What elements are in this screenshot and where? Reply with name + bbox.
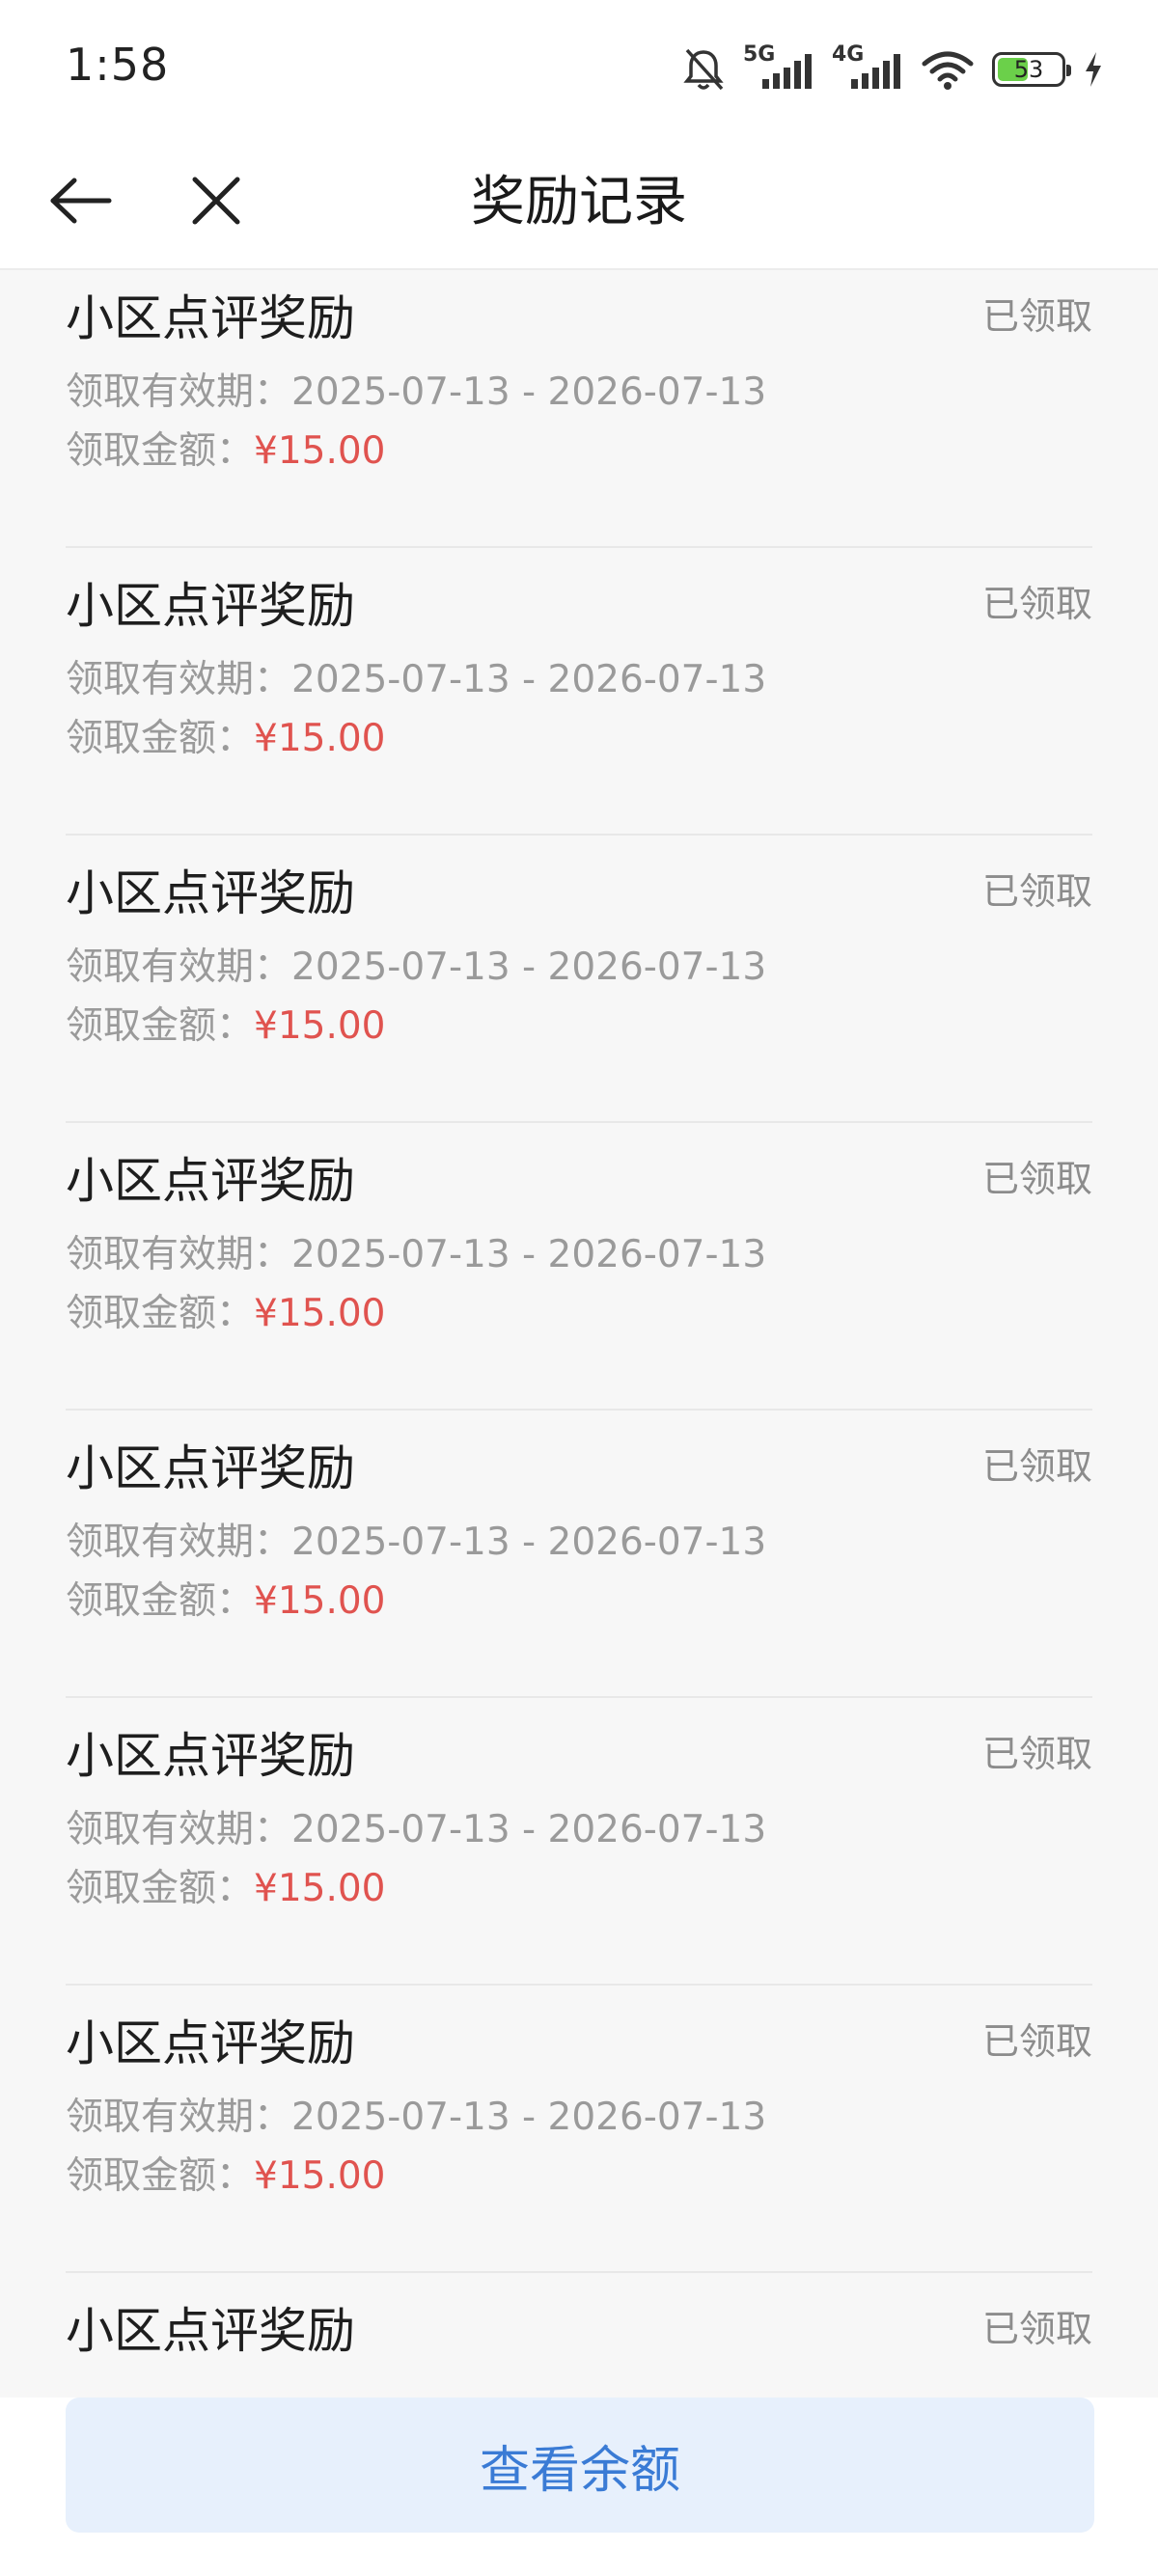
reward-amount: 领取金额：¥15.00 — [66, 710, 385, 768]
reward-validity: 领取有效期：2025-07-13 - 2026-07-13 — [66, 1514, 766, 1572]
signal-5g-icon: 5G — [743, 42, 814, 93]
reward-item[interactable]: 小区点评奖励 已领取 领取有效期：2025-07-13 - 2026-07-13… — [66, 270, 1092, 548]
validity-label: 领取有效期： — [66, 658, 292, 701]
amount-value: ¥15.00 — [254, 1579, 386, 1623]
reward-amount: 领取金额：¥15.00 — [66, 423, 385, 480]
battery-level: 53 — [1013, 56, 1044, 83]
reward-status: 已领取 — [981, 1733, 1092, 1775]
status-bar: 1:58 5G 4G 53 — [0, 0, 1158, 135]
mute-bell-icon — [681, 46, 726, 93]
validity-label: 领取有效期： — [66, 370, 292, 414]
validity-value: 2025-07-13 - 2026-07-13 — [291, 658, 767, 701]
validity-value: 2025-07-13 - 2026-07-13 — [291, 945, 767, 989]
validity-value: 2025-07-13 - 2026-07-13 — [291, 1808, 767, 1851]
validity-value: 2025-07-13 - 2026-07-13 — [291, 2096, 767, 2139]
reward-item[interactable]: 小区点评奖励 已领取 领取有效期：2025-07-13 - 2026-07-13… — [66, 1411, 1092, 1698]
reward-item[interactable]: 小区点评奖励 已领取 领取有效期：2025-07-13 - 2026-07-13… — [66, 1123, 1092, 1411]
reward-validity: 领取有效期：2025-07-13 - 2026-07-13 — [66, 2089, 766, 2147]
reward-title: 小区点评奖励 — [66, 865, 355, 921]
status-time: 1:58 — [66, 39, 170, 91]
reward-status: 已领取 — [981, 583, 1092, 625]
reward-title: 小区点评奖励 — [66, 578, 355, 634]
page-title: 奖励记录 — [471, 171, 687, 233]
reward-list[interactable]: 小区点评奖励 已领取 领取有效期：2025-07-13 - 2026-07-13… — [0, 270, 1158, 2398]
back-arrow-icon — [47, 177, 115, 229]
charging-icon — [1083, 50, 1104, 89]
amount-label: 领取金额： — [66, 2154, 255, 2198]
reward-amount: 领取金额：¥15.00 — [66, 1573, 385, 1631]
reward-title: 小区点评奖励 — [66, 1153, 355, 1209]
amount-value: ¥15.00 — [254, 429, 386, 473]
close-button[interactable] — [178, 164, 255, 241]
validity-value: 2025-07-13 - 2026-07-13 — [291, 1521, 767, 1564]
view-balance-button[interactable]: 查看余额 — [66, 2398, 1094, 2533]
reward-amount: 领取金额：¥15.00 — [66, 1285, 385, 1343]
reward-status: 已领取 — [981, 870, 1092, 913]
reward-item[interactable]: 小区点评奖励 已领取 领取有效期：2025-07-13 - 2026-07-13… — [66, 1698, 1092, 1986]
amount-value: ¥15.00 — [254, 717, 386, 760]
reward-list-inner: 小区点评奖励 已领取 领取有效期：2025-07-13 - 2026-07-13… — [0, 270, 1158, 2398]
close-icon — [189, 174, 243, 232]
reward-validity: 领取有效期：2025-07-13 - 2026-07-13 — [66, 651, 766, 709]
reward-status: 已领取 — [981, 295, 1092, 338]
back-button[interactable] — [42, 164, 120, 241]
reward-status: 已领取 — [981, 1158, 1092, 1200]
reward-validity: 领取有效期：2025-07-13 - 2026-07-13 — [66, 364, 766, 422]
reward-amount: 领取金额：¥15.00 — [66, 998, 385, 1055]
validity-label: 领取有效期： — [66, 945, 292, 989]
reward-amount: 领取金额：¥15.00 — [66, 1860, 385, 1918]
reward-title: 小区点评奖励 — [66, 2015, 355, 2071]
reward-status: 已领取 — [981, 2020, 1092, 2063]
amount-value: ¥15.00 — [254, 1004, 386, 1048]
reward-title: 小区点评奖励 — [66, 290, 355, 346]
validity-label: 领取有效期： — [66, 1808, 292, 1851]
reward-item[interactable]: 小区点评奖励 已领取 领取有效期：2025-07-13 - 2026-07-13… — [66, 548, 1092, 836]
validity-label: 领取有效期： — [66, 1233, 292, 1276]
reward-validity: 领取有效期：2025-07-13 - 2026-07-13 — [66, 1801, 766, 1859]
amount-label: 领取金额： — [66, 429, 255, 473]
signal-4g-icon: 4G — [832, 42, 903, 93]
amount-value: ¥15.00 — [254, 1292, 386, 1335]
reward-item[interactable]: 小区点评奖励 已领取 领取有效期：2025-07-13 - 2026-07-13… — [66, 836, 1092, 1123]
battery-icon: 53 — [992, 52, 1071, 87]
reward-title: 小区点评奖励 — [66, 2303, 355, 2359]
amount-label: 领取金额： — [66, 1579, 255, 1623]
amount-value: ¥15.00 — [254, 2154, 386, 2198]
amount-value: ¥15.00 — [254, 1867, 386, 1910]
amount-label: 领取金额： — [66, 1004, 255, 1048]
reward-status: 已领取 — [981, 1445, 1092, 1488]
wifi-icon — [921, 48, 975, 91]
reward-title: 小区点评奖励 — [66, 1728, 355, 1784]
reward-item[interactable]: 小区点评奖励 已领取 领取有效期：2025-07-13 - 2026-07-13… — [66, 1986, 1092, 2273]
reward-validity: 领取有效期：2025-07-13 - 2026-07-13 — [66, 1226, 766, 1284]
bottom-bar: 查看余额 — [0, 2398, 1158, 2576]
reward-amount: 领取金额：¥15.00 — [66, 2148, 385, 2206]
amount-label: 领取金额： — [66, 1867, 255, 1910]
amount-label: 领取金额： — [66, 717, 255, 760]
validity-label: 领取有效期： — [66, 1521, 292, 1564]
reward-title: 小区点评奖励 — [66, 1440, 355, 1496]
validity-label: 领取有效期： — [66, 2096, 292, 2139]
reward-status: 已领取 — [981, 2308, 1092, 2350]
screen: 1:58 5G 4G 53 奖励记录 小区点评奖励 已领取 领取有效期：2025… — [0, 0, 1158, 2576]
amount-label: 领取金额： — [66, 1292, 255, 1335]
reward-item[interactable]: 小区点评奖励 已领取 — [66, 2273, 1092, 2398]
reward-validity: 领取有效期：2025-07-13 - 2026-07-13 — [66, 939, 766, 997]
status-icons: 5G 4G 53 — [681, 42, 1104, 96]
validity-value: 2025-07-13 - 2026-07-13 — [291, 370, 767, 414]
nav-bar: 奖励记录 — [0, 135, 1158, 270]
validity-value: 2025-07-13 - 2026-07-13 — [291, 1233, 767, 1276]
